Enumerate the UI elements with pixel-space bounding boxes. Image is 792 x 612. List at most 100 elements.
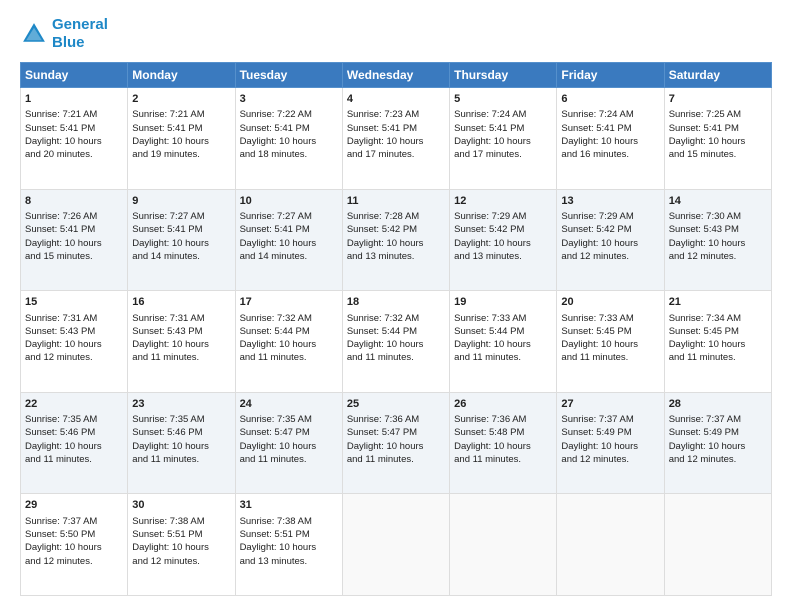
- calendar-cell: 12Sunrise: 7:29 AMSunset: 5:42 PMDayligh…: [450, 189, 557, 291]
- day-number: 27: [561, 397, 659, 412]
- day-info: and 11 minutes.: [561, 351, 659, 364]
- day-info: Sunset: 5:47 PM: [347, 426, 445, 439]
- day-info: Sunset: 5:49 PM: [669, 426, 767, 439]
- day-info: Daylight: 10 hours: [240, 440, 338, 453]
- calendar-cell: 21 Sunrise: 7:34 AMSunset: 5:45 PMDayligh…: [664, 291, 771, 393]
- calendar-cell: 3Sunrise: 7:22 AMSunset: 5:41 PMDaylight…: [235, 88, 342, 190]
- day-info: Sunrise: 7:24 AM: [561, 108, 659, 121]
- weekday-header-saturday: Saturday: [664, 63, 771, 88]
- day-info: and 11 minutes.: [669, 351, 767, 364]
- day-info: and 11 minutes.: [454, 453, 552, 466]
- day-info: Sunrise: 7:34 AM: [669, 312, 767, 325]
- day-info: Daylight: 10 hours: [669, 338, 767, 351]
- day-info: Daylight: 10 hours: [240, 135, 338, 148]
- day-info: Daylight: 10 hours: [25, 338, 123, 351]
- day-info: Sunset: 5:44 PM: [454, 325, 552, 338]
- day-info: Sunrise: 7:30 AM: [669, 210, 767, 223]
- calendar-cell: 22Sunrise: 7:35 AMSunset: 5:46 PMDayligh…: [21, 392, 128, 494]
- header: General Blue: [20, 16, 772, 52]
- day-info: Daylight: 10 hours: [347, 237, 445, 250]
- day-info: Sunset: 5:41 PM: [132, 223, 230, 236]
- day-number: 21: [669, 295, 767, 310]
- day-number: 17: [240, 295, 338, 310]
- day-number: 23: [132, 397, 230, 412]
- day-info: Sunrise: 7:24 AM: [454, 108, 552, 121]
- day-info: and 20 minutes.: [25, 148, 123, 161]
- day-info: Sunset: 5:45 PM: [669, 325, 767, 338]
- weekday-header-wednesday: Wednesday: [342, 63, 449, 88]
- day-info: Sunset: 5:41 PM: [561, 122, 659, 135]
- weekday-header-friday: Friday: [557, 63, 664, 88]
- day-info: Sunset: 5:42 PM: [347, 223, 445, 236]
- day-info: Sunrise: 7:27 AM: [132, 210, 230, 223]
- page: General Blue SundayMondayTuesdayWednesda…: [0, 0, 792, 612]
- day-number: 11: [347, 194, 445, 209]
- day-info: Daylight: 10 hours: [25, 237, 123, 250]
- day-info: and 11 minutes.: [240, 351, 338, 364]
- day-info: and 12 minutes.: [132, 555, 230, 568]
- day-number: 18: [347, 295, 445, 310]
- calendar-cell: 29Sunrise: 7:37 AMSunset: 5:50 PMDayligh…: [21, 494, 128, 596]
- day-info: Sunrise: 7:37 AM: [669, 413, 767, 426]
- day-number: 16: [132, 295, 230, 310]
- day-info: Sunset: 5:51 PM: [132, 528, 230, 541]
- day-info: and 11 minutes.: [132, 351, 230, 364]
- calendar-cell: [342, 494, 449, 596]
- day-info: Sunset: 5:41 PM: [132, 122, 230, 135]
- day-number: 8: [25, 194, 123, 209]
- day-info: Sunrise: 7:37 AM: [25, 515, 123, 528]
- calendar-cell: 30Sunrise: 7:38 AMSunset: 5:51 PMDayligh…: [128, 494, 235, 596]
- day-number: 14: [669, 194, 767, 209]
- day-number: 20: [561, 295, 659, 310]
- day-info: Sunset: 5:44 PM: [347, 325, 445, 338]
- calendar-cell: 2Sunrise: 7:21 AMSunset: 5:41 PMDaylight…: [128, 88, 235, 190]
- day-info: Daylight: 10 hours: [669, 237, 767, 250]
- day-info: Daylight: 10 hours: [240, 338, 338, 351]
- day-info: and 13 minutes.: [454, 250, 552, 263]
- day-info: Sunset: 5:46 PM: [25, 426, 123, 439]
- day-info: Sunrise: 7:31 AM: [25, 312, 123, 325]
- day-number: 9: [132, 194, 230, 209]
- day-info: Sunset: 5:43 PM: [25, 325, 123, 338]
- day-info: Sunset: 5:50 PM: [25, 528, 123, 541]
- calendar-cell: 4Sunrise: 7:23 AMSunset: 5:41 PMDaylight…: [342, 88, 449, 190]
- day-number: 6: [561, 92, 659, 107]
- day-info: Sunset: 5:51 PM: [240, 528, 338, 541]
- logo-icon: [20, 20, 48, 48]
- day-info: Sunrise: 7:36 AM: [347, 413, 445, 426]
- calendar-cell: 17Sunrise: 7:32 AMSunset: 5:44 PMDayligh…: [235, 291, 342, 393]
- day-info: Sunset: 5:49 PM: [561, 426, 659, 439]
- day-info: Daylight: 10 hours: [561, 440, 659, 453]
- logo-text: General Blue: [52, 16, 108, 52]
- day-number: 19: [454, 295, 552, 310]
- day-info: and 12 minutes.: [669, 250, 767, 263]
- day-info: Sunset: 5:48 PM: [454, 426, 552, 439]
- day-info: and 12 minutes.: [561, 250, 659, 263]
- day-number: 15: [25, 295, 123, 310]
- weekday-header-monday: Monday: [128, 63, 235, 88]
- calendar-cell: 16Sunrise: 7:31 AMSunset: 5:43 PMDayligh…: [128, 291, 235, 393]
- calendar-cell: 5Sunrise: 7:24 AMSunset: 5:41 PMDaylight…: [450, 88, 557, 190]
- day-info: and 12 minutes.: [25, 351, 123, 364]
- day-info: Sunset: 5:41 PM: [25, 122, 123, 135]
- day-info: Sunrise: 7:38 AM: [240, 515, 338, 528]
- day-info: and 13 minutes.: [347, 250, 445, 263]
- day-info: and 11 minutes.: [25, 453, 123, 466]
- calendar-cell: 25Sunrise: 7:36 AMSunset: 5:47 PMDayligh…: [342, 392, 449, 494]
- day-info: Sunrise: 7:35 AM: [25, 413, 123, 426]
- day-info: Daylight: 10 hours: [132, 135, 230, 148]
- calendar-cell: 8Sunrise: 7:26 AMSunset: 5:41 PMDaylight…: [21, 189, 128, 291]
- day-info: Sunset: 5:46 PM: [132, 426, 230, 439]
- day-number: 2: [132, 92, 230, 107]
- day-info: Sunrise: 7:33 AM: [561, 312, 659, 325]
- day-info: and 18 minutes.: [240, 148, 338, 161]
- calendar-cell: 13Sunrise: 7:29 AMSunset: 5:42 PMDayligh…: [557, 189, 664, 291]
- day-info: Daylight: 10 hours: [454, 338, 552, 351]
- calendar-cell: 9Sunrise: 7:27 AMSunset: 5:41 PMDaylight…: [128, 189, 235, 291]
- day-info: Sunrise: 7:31 AM: [132, 312, 230, 325]
- day-number: 31: [240, 498, 338, 513]
- day-info: and 14 minutes.: [132, 250, 230, 263]
- day-info: Sunrise: 7:21 AM: [132, 108, 230, 121]
- day-info: Daylight: 10 hours: [669, 440, 767, 453]
- day-number: 13: [561, 194, 659, 209]
